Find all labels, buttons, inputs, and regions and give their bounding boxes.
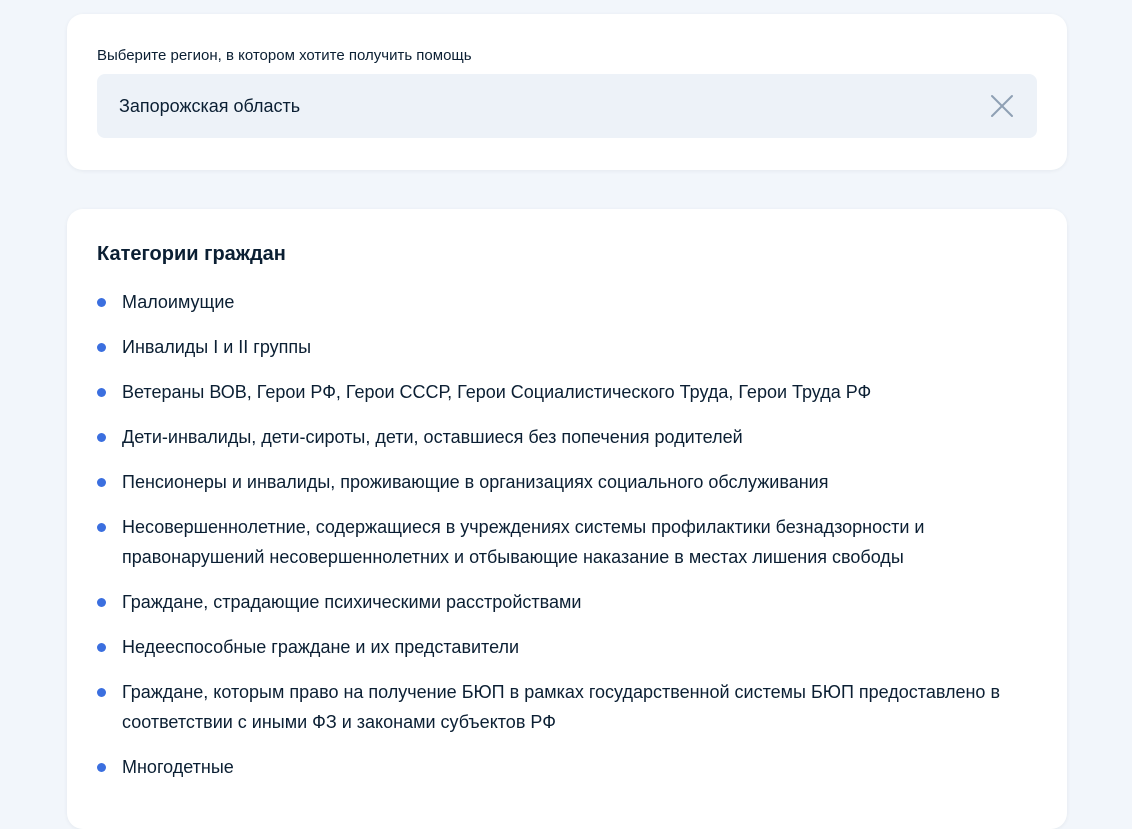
list-item: Дети-инвалиды, дети-сироты, дети, оставш… (97, 422, 1037, 452)
categories-title: Категории граждан (97, 243, 286, 265)
list-item-text: Многодетные (122, 757, 234, 777)
bullet-icon (97, 478, 106, 487)
list-item: Граждане, которым право на получение БЮП… (97, 677, 1037, 737)
list-item-text: Дети-инвалиды, дети-сироты, дети, оставш… (122, 427, 743, 447)
list-item-text: Малоимущие (122, 292, 235, 312)
list-item-text: Граждане, которым право на получение БЮП… (122, 682, 1001, 732)
bullet-icon (97, 688, 106, 697)
region-card: Выберите регион, в котором хотите получи… (67, 14, 1067, 170)
close-icon[interactable] (989, 93, 1015, 119)
bullet-icon (97, 763, 106, 772)
list-item-text: Ветераны ВОВ, Герои РФ, Герои СССР, Геро… (122, 382, 872, 402)
region-select-field[interactable]: Запорожская область (97, 74, 1037, 138)
list-item: Пенсионеры и инвалиды, проживающие в орг… (97, 467, 1037, 497)
list-item: Малоимущие (97, 287, 1037, 317)
list-item: Инвалиды I и II группы (97, 332, 1037, 362)
list-item: Многодетные (97, 752, 1037, 782)
list-item-text: Несовершеннолетние, содержащиеся в учреж… (122, 517, 925, 567)
list-item-text: Инвалиды I и II группы (122, 337, 312, 357)
bullet-icon (97, 598, 106, 607)
list-item-text: Пенсионеры и инвалиды, проживающие в орг… (122, 472, 829, 492)
list-item-text: Граждане, страдающие психическими расстр… (122, 592, 582, 612)
categories-card: Категории граждан Малоимущие Инвалиды I … (67, 209, 1067, 829)
bullet-icon (97, 343, 106, 352)
list-item: Граждане, страдающие психическими расстр… (97, 587, 1037, 617)
categories-list: Малоимущие Инвалиды I и II группы Ветера… (97, 287, 1037, 782)
region-label: Выберите регион, в котором хотите получи… (97, 47, 472, 64)
bullet-icon (97, 523, 106, 532)
list-item: Недееспособные граждане и их представите… (97, 632, 1037, 662)
list-item: Ветераны ВОВ, Герои РФ, Герои СССР, Геро… (97, 377, 1037, 407)
bullet-icon (97, 643, 106, 652)
region-value: Запорожская область (119, 95, 301, 116)
bullet-icon (97, 298, 106, 307)
list-item-text: Недееспособные граждане и их представите… (122, 637, 520, 657)
list-item: Несовершеннолетние, содержащиеся в учреж… (97, 512, 1037, 572)
bullet-icon (97, 433, 106, 442)
bullet-icon (97, 388, 106, 397)
